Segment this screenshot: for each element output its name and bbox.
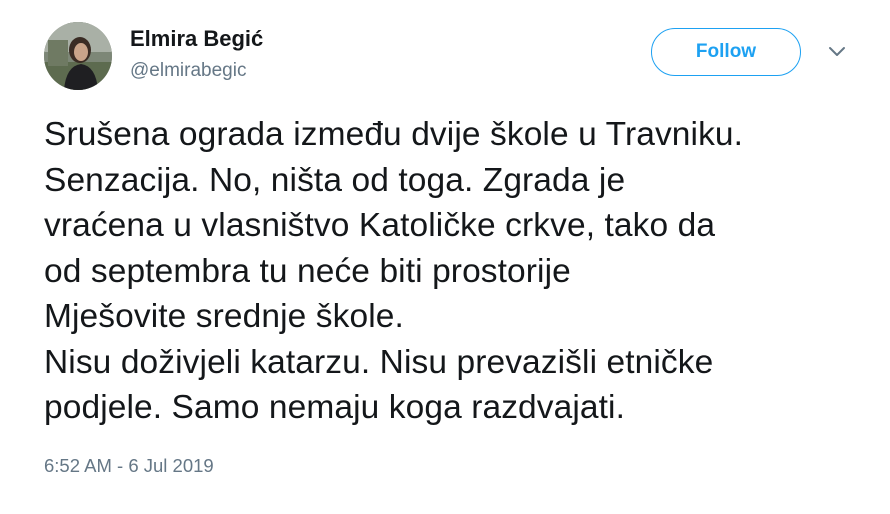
tweet-text: Srušena ograda između dvije škole u Trav… [44,112,874,431]
tweet-text-line: podjele. Samo nemaju koga razdvajati. [44,389,625,426]
tweet-text-line: Senzacija. No, ništa od toga. Zgrada je [44,161,626,199]
tweet-text-line: od septembra tu neće biti prostorije [44,252,571,290]
author-handle[interactable]: @elmirabegic [130,60,246,82]
tweet-text-line: Nisu doživjeli katarzu. Nisu prevazišli … [44,343,714,381]
follow-button[interactable]: Follow [651,28,801,76]
tweet-text-line: Mješovite srednje škole. [44,298,404,335]
tweet-card: Elmira Begić @elmirabegic Follow Srušena… [0,0,890,514]
author-name[interactable]: Elmira Begić [130,26,263,52]
tweet-timestamp[interactable]: 6:52 AM - 6 Jul 2019 [44,455,214,477]
avatar[interactable] [44,22,112,90]
tweet-text-line: vraćena u vlasništvo Katoličke crkve, ta… [44,207,716,244]
chevron-down-icon[interactable] [826,44,848,60]
avatar-photo [44,22,112,90]
tweet-text-line: Srušena ograda između dvije škole u Trav… [44,116,744,153]
